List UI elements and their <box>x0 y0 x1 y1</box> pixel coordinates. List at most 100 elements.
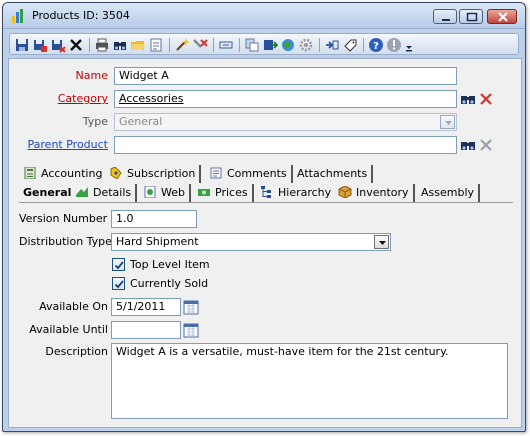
parent-product-input[interactable] <box>114 136 457 154</box>
products-window: Products ID: 3504 ? Name Widget A Catego… <box>2 2 526 432</box>
minimize-button[interactable] <box>433 9 457 24</box>
available-until-input[interactable] <box>111 321 181 339</box>
tab-label: Assembly <box>421 186 475 199</box>
general-tab-panel: Version Number 1.0 Distribution Type Har… <box>19 202 513 424</box>
name-value: Widget A <box>119 69 169 82</box>
tab-row-top: Accounting Subscription Comments Attachm… <box>19 165 513 183</box>
open-folder-icon[interactable] <box>130 37 146 53</box>
calendar-icon[interactable] <box>183 299 199 315</box>
tab-label: Subscription <box>127 167 196 180</box>
type-value: General <box>119 115 163 128</box>
type-label: Type <box>82 115 108 128</box>
name-input[interactable]: Widget A <box>114 67 457 85</box>
save-icon[interactable] <box>14 37 30 53</box>
toolbar: ? <box>9 33 519 55</box>
web-icon[interactable] <box>280 37 296 53</box>
tab-inventory[interactable]: Inventory <box>334 184 415 202</box>
tools-icon[interactable] <box>192 37 208 53</box>
close-icon <box>498 12 508 22</box>
tab-subscription[interactable]: Subscription <box>105 165 202 183</box>
calculator-icon <box>24 167 36 179</box>
parent-product-lookup-icon[interactable] <box>460 137 476 153</box>
title-bar[interactable]: Products ID: 3504 <box>3 3 525 29</box>
save-new-icon[interactable] <box>32 37 48 53</box>
checkmark-icon <box>114 261 124 270</box>
tab-hierarchy[interactable]: Hierarchy <box>256 184 338 202</box>
currently-sold-label: Currently Sold <box>130 277 209 290</box>
maximize-button[interactable] <box>459 9 483 24</box>
find-icon[interactable] <box>112 37 128 53</box>
available-on-value: 5/1/2011 <box>116 300 166 313</box>
category-clear-icon[interactable] <box>478 91 494 107</box>
tab-accounting[interactable]: Accounting <box>19 165 109 183</box>
description-textarea[interactable]: Widget A is a versatile, must-have item … <box>111 343 508 419</box>
tab-comments[interactable]: Comments <box>205 165 293 183</box>
version-number-value: 1.0 <box>116 212 134 225</box>
category-value: Accessories <box>119 92 184 105</box>
name-label: Name <box>75 69 108 82</box>
toolbar-separator <box>169 38 170 52</box>
app-logo-icon <box>12 9 23 23</box>
version-number-label: Version Number <box>19 212 108 225</box>
top-level-item-checkbox[interactable] <box>112 258 125 271</box>
settings-icon[interactable] <box>298 37 314 53</box>
chevron-down-icon <box>379 241 386 245</box>
overflow-icon[interactable] <box>404 37 414 53</box>
description-label: Description <box>45 345 108 358</box>
tab-label: Web <box>161 186 185 199</box>
type-select[interactable]: General <box>114 113 457 131</box>
parent-product-label-link[interactable]: Parent Product <box>28 138 108 151</box>
category-lookup-icon[interactable] <box>460 91 476 107</box>
calendar-icon[interactable] <box>183 322 199 338</box>
tab-general[interactable]: General <box>19 184 78 202</box>
help-icon[interactable]: ? <box>368 37 384 53</box>
top-level-item-label: Top Level Item <box>130 258 210 271</box>
tab-label: Prices <box>215 186 248 199</box>
distribution-type-select[interactable]: Hard Shipment <box>111 233 391 251</box>
available-until-label: Available Until <box>29 323 108 336</box>
category-input[interactable]: Accessories <box>114 90 457 108</box>
tab-label: Inventory <box>356 186 409 199</box>
attach-icon[interactable] <box>324 37 340 53</box>
copy-icon[interactable] <box>244 37 260 53</box>
distribution-type-dropdown-button[interactable] <box>374 235 389 249</box>
category-label-link[interactable]: Category <box>58 92 108 105</box>
type-dropdown-button[interactable] <box>440 115 455 129</box>
tab-assembly[interactable]: Assembly <box>417 184 481 202</box>
tab-details[interactable]: Details <box>71 184 138 202</box>
print-icon[interactable] <box>94 37 110 53</box>
minimize-icon <box>442 19 450 21</box>
tab-attachments[interactable]: Attachments <box>293 165 374 183</box>
tab-row-bottom: General Details Web Prices Hierarchy Inv… <box>19 184 513 202</box>
maximize-icon <box>466 12 478 22</box>
available-on-input[interactable]: 5/1/2011 <box>111 298 181 316</box>
parent-product-clear-icon[interactable] <box>478 137 494 153</box>
info-icon[interactable] <box>386 37 402 53</box>
details-icon <box>76 187 88 197</box>
save-close-icon[interactable] <box>50 37 66 53</box>
comments-icon <box>210 167 222 179</box>
tag-icon[interactable] <box>342 37 358 53</box>
delete-icon[interactable] <box>68 37 84 53</box>
wand-icon[interactable] <box>174 37 190 53</box>
tab-web[interactable]: Web <box>139 184 191 202</box>
link-icon[interactable] <box>218 37 234 53</box>
prices-icon <box>198 189 210 196</box>
notes-icon[interactable] <box>148 37 164 53</box>
window-title: Products ID: 3504 <box>32 9 130 22</box>
inventory-icon <box>338 186 352 198</box>
currently-sold-checkbox[interactable] <box>112 277 125 290</box>
tab-label: Details <box>93 186 132 199</box>
export-icon[interactable] <box>262 37 278 53</box>
distribution-type-value: Hard Shipment <box>116 235 199 248</box>
tab-prices[interactable]: Prices <box>193 184 254 202</box>
web-page-icon <box>144 186 156 198</box>
form-content: Name Widget A Category Accessories Type … <box>8 58 522 428</box>
description-value: Widget A is a versatile, must-have item … <box>116 345 449 358</box>
close-window-button[interactable] <box>487 9 517 24</box>
available-on-label: Available On <box>39 300 108 313</box>
version-number-input[interactable]: 1.0 <box>111 210 197 228</box>
toolbar-separator <box>363 38 364 52</box>
tab-label: Comments <box>227 167 287 180</box>
toolbar-separator <box>213 38 214 52</box>
